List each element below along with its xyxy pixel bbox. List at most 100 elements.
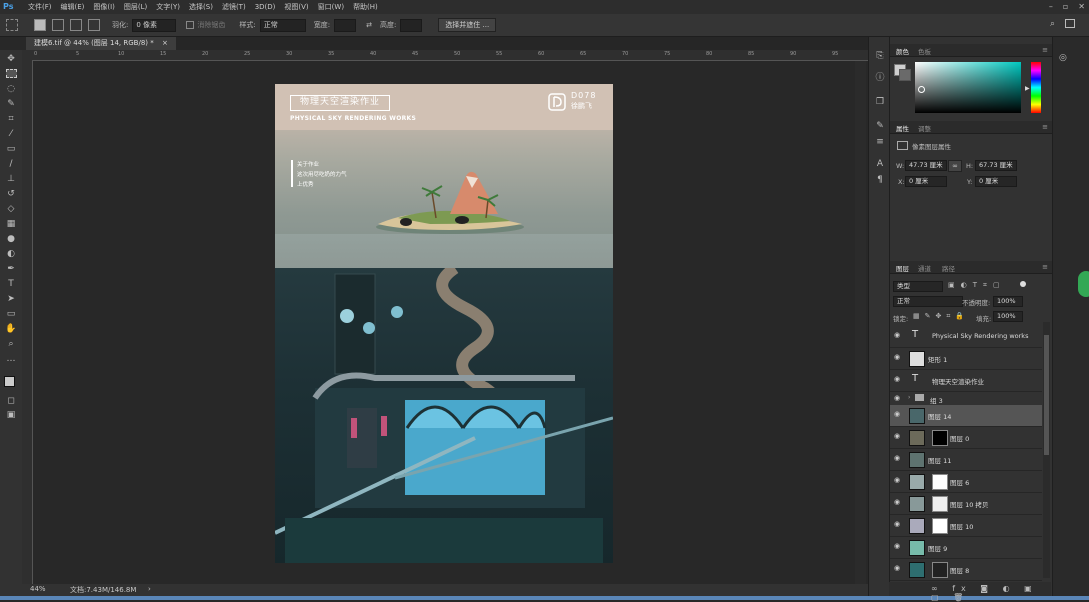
minimize-button[interactable]: – — [1049, 2, 1053, 11]
blend-mode-select[interactable]: 正常 — [893, 296, 963, 307]
restore-button[interactable]: ▫ — [1063, 2, 1068, 11]
width-value[interactable]: 47.73 厘米 — [905, 160, 947, 171]
search-icon[interactable]: ⌕ — [1050, 19, 1055, 29]
lasso-tool-icon[interactable]: ◌ — [5, 84, 17, 94]
layer-row[interactable]: ◉ 图层 10 拷贝 — [890, 493, 1042, 515]
y-value[interactable]: 0 厘米 — [975, 176, 1017, 187]
type-tool-icon[interactable]: T — [5, 279, 17, 289]
tab-paths[interactable]: 路径 — [942, 263, 955, 273]
antialias-checkbox[interactable] — [186, 21, 195, 29]
tab-properties[interactable]: 属性 — [896, 123, 909, 133]
panel-menu-icon[interactable]: ≡ — [1042, 123, 1048, 131]
libraries-icon[interactable]: ◎ — [1059, 53, 1067, 63]
visibility-eye-icon[interactable]: ◉ — [894, 354, 902, 361]
lock-icons[interactable]: ▦✎✥⌗🔒 — [913, 312, 969, 321]
eraser-tool-icon[interactable]: ◇ — [5, 204, 17, 214]
clone-stamp-tool-icon[interactable]: ⊥ — [5, 174, 17, 184]
workspace-icon[interactable] — [1065, 19, 1075, 28]
marquee-tool-preset-icon[interactable] — [6, 19, 18, 31]
visibility-eye-icon[interactable]: ◉ — [894, 543, 902, 550]
hue-slider-arrow-icon[interactable]: ▶ — [1025, 85, 1030, 92]
rectangle-tool-icon[interactable]: ▭ — [5, 309, 17, 319]
visibility-eye-icon[interactable]: ◉ — [894, 455, 902, 462]
crop-tool-icon[interactable]: ⌗ — [5, 114, 17, 124]
status-menu-arrow[interactable]: › — [148, 585, 151, 593]
character-panel-icon[interactable]: A — [874, 159, 886, 169]
brush-panel-icon[interactable]: ✎ — [874, 121, 886, 131]
add-selection-icon[interactable] — [52, 19, 64, 31]
style-select[interactable]: 正常 — [259, 18, 306, 32]
layer-row[interactable]: ◉ 图层 10 — [890, 515, 1042, 537]
layer-row[interactable]: ◉ 图层 0 — [890, 427, 1042, 449]
gradient-tool-icon[interactable]: ▦ — [5, 219, 17, 229]
layer-row[interactable]: ◉ 图层 11 — [890, 449, 1042, 471]
layer-row-selected[interactable]: ◉ 图层 14 — [890, 405, 1042, 427]
menu-edit[interactable]: 编辑(E) — [61, 2, 85, 12]
layer-row[interactable]: ◉ 图层 8 — [890, 559, 1042, 581]
visibility-eye-icon[interactable]: ◉ — [894, 411, 902, 418]
visibility-eye-icon[interactable]: ◉ — [894, 499, 902, 506]
layer-filter-select[interactable]: 类型 — [893, 281, 943, 292]
tab-swatches[interactable]: 色板 — [918, 46, 931, 56]
layer-row[interactable]: ◉ T 物理天空渲染作业 — [890, 370, 1042, 392]
feather-input[interactable]: 0 像素 — [132, 18, 177, 32]
menu-layer[interactable]: 图层(L) — [124, 2, 147, 12]
filter-toggle-icon[interactable] — [1020, 281, 1026, 287]
link-icon[interactable]: ∞ — [948, 160, 962, 172]
visibility-eye-icon[interactable]: ◉ — [894, 332, 902, 339]
menu-view[interactable]: 视图(V) — [284, 2, 308, 12]
close-tab-icon[interactable]: × — [162, 39, 168, 47]
document-tab[interactable]: 建模6.tif @ 44% (图层 14, RGB/8) * × — [26, 37, 176, 50]
panel-menu-icon[interactable]: ≡ — [1042, 46, 1048, 54]
height-input[interactable] — [400, 18, 423, 32]
adjust-panel-icon[interactable]: ≡ — [874, 137, 886, 147]
brush-tool-icon[interactable]: / — [5, 159, 17, 169]
fill-input[interactable]: 100% — [993, 311, 1023, 322]
pen-tool-icon[interactable]: ✒ — [5, 264, 17, 274]
layer-filter-icons[interactable]: ▣◐T⌗▢ — [948, 281, 1006, 290]
path-selection-tool-icon[interactable]: ➤ — [5, 294, 17, 304]
width-input[interactable] — [334, 18, 357, 32]
zoom-tool-icon[interactable]: ⌕ — [5, 339, 17, 349]
panel-menu-icon[interactable]: ≡ — [1042, 263, 1048, 271]
menu-type[interactable]: 文字(Y) — [156, 2, 180, 12]
marquee-tool-icon[interactable] — [6, 69, 17, 78]
height-value[interactable]: 67.73 厘米 — [975, 160, 1017, 171]
document-canvas[interactable]: 物理天空渲染作业 PHYSICAL SKY RENDERING WORKS D0… — [275, 84, 613, 563]
intersect-selection-icon[interactable] — [88, 19, 100, 31]
visibility-eye-icon[interactable]: ◉ — [894, 433, 902, 440]
layer-comps-icon[interactable]: ❐ — [874, 97, 886, 107]
eyedropper-tool-icon[interactable]: ⁄ — [5, 129, 17, 139]
screen-mode-icon[interactable]: ▣ — [5, 410, 17, 420]
color-picker-field[interactable] — [915, 62, 1021, 113]
info-panel-icon[interactable]: ⓘ — [874, 73, 886, 83]
select-and-mask-button[interactable]: 选择并遮住 ... — [438, 18, 497, 32]
quick-select-tool-icon[interactable]: ✎ — [5, 99, 17, 109]
menu-select[interactable]: 选择(S) — [189, 2, 213, 12]
floating-assistant-button[interactable] — [1078, 271, 1089, 297]
hue-slider[interactable] — [1031, 62, 1041, 113]
more-tools-icon[interactable]: … — [5, 354, 17, 364]
layer-row[interactable]: ◉ 图层 6 — [890, 471, 1042, 493]
tab-color[interactable]: 颜色 — [896, 46, 909, 56]
paragraph-panel-icon[interactable]: ¶ — [874, 175, 886, 185]
swap-icon[interactable]: ⇄ — [366, 21, 372, 29]
healing-brush-tool-icon[interactable]: ▭ — [5, 144, 17, 154]
background-color-swatch[interactable] — [899, 69, 911, 81]
x-value[interactable]: 0 厘米 — [905, 176, 947, 187]
history-panel-icon[interactable]: ⎘ — [874, 51, 886, 61]
blur-tool-icon[interactable]: ● — [5, 234, 17, 244]
layers-scrollbar-thumb[interactable] — [1044, 335, 1049, 455]
tab-adjustments[interactable]: 调整 — [918, 123, 931, 133]
visibility-eye-icon[interactable]: ◉ — [894, 521, 902, 528]
move-tool-icon[interactable]: ✥ — [5, 54, 17, 64]
hand-tool-icon[interactable]: ✋ — [5, 324, 17, 334]
layer-row[interactable]: ◉ 矩形 1 — [890, 348, 1042, 370]
foreground-color-swatch[interactable] — [4, 376, 15, 387]
opacity-input[interactable]: 100% — [993, 296, 1023, 307]
dodge-tool-icon[interactable]: ◐ — [5, 249, 17, 259]
visibility-eye-icon[interactable]: ◉ — [894, 477, 902, 484]
visibility-eye-icon[interactable]: ◉ — [894, 565, 902, 572]
menu-help[interactable]: 帮助(H) — [353, 2, 378, 12]
visibility-eye-icon[interactable]: ◉ — [894, 395, 902, 402]
